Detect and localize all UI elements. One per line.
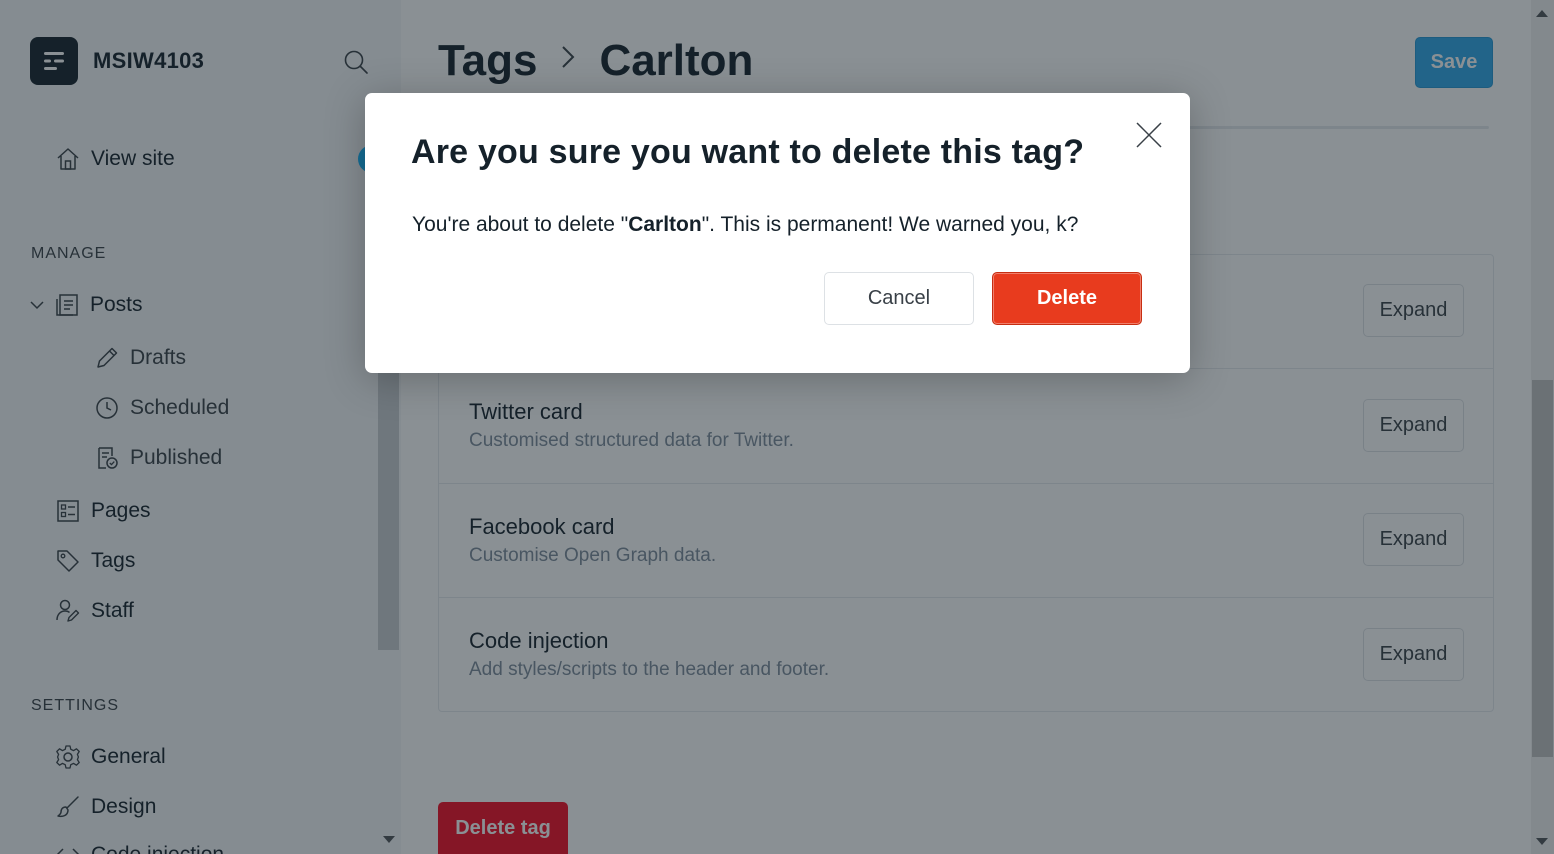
modal-message-suffix: ". This is permanent! We warned you, k? [701, 213, 1079, 236]
delete-confirm-modal: Are you sure you want to delete this tag… [365, 93, 1190, 373]
modal-message: You're about to delete "Carlton". This i… [412, 213, 1078, 237]
cancel-button[interactable]: Cancel [824, 272, 974, 325]
modal-message-tag-name: Carlton [628, 213, 702, 236]
close-icon[interactable] [1133, 119, 1165, 151]
modal-message-prefix: You're about to delete " [412, 213, 629, 236]
modal-title: Are you sure you want to delete this tag… [411, 133, 1085, 171]
delete-button[interactable]: Delete [992, 272, 1142, 325]
